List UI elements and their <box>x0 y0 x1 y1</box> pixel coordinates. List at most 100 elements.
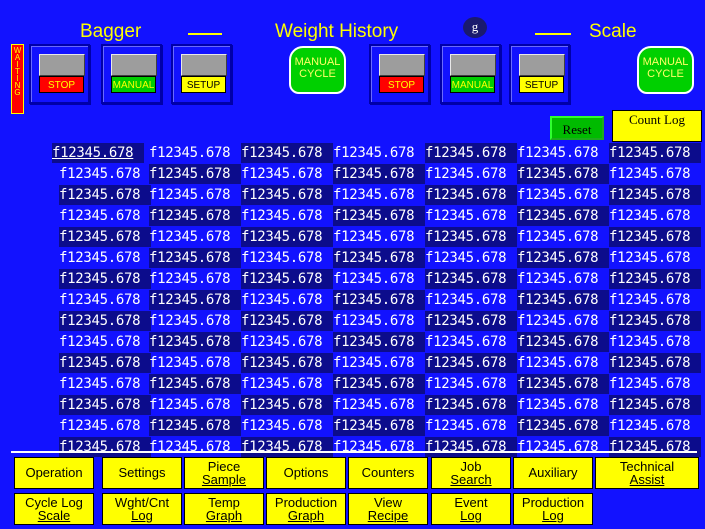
wght-cnt-log-button[interactable]: Wght/Cnt Log <box>102 493 182 525</box>
weight-cell[interactable]: f12345.678 <box>241 248 333 268</box>
weight-cell[interactable]: f12345.678 <box>333 248 425 268</box>
right-manual-button[interactable]: MANUAL <box>450 76 495 93</box>
weight-cell[interactable]: f12345.678 <box>59 311 151 331</box>
weight-cell[interactable]: f12345.678 <box>333 332 425 352</box>
weight-cell[interactable]: f12345.678 <box>149 269 241 289</box>
view-recipe-button[interactable]: View Recipe <box>348 493 428 525</box>
event-log-button[interactable]: Event Log <box>431 493 511 525</box>
right-manual-cycle-button[interactable]: MANUAL CYCLE <box>637 46 694 94</box>
left-setup-panel[interactable]: SETUP <box>171 44 232 104</box>
weight-cell[interactable]: f12345.678 <box>609 206 701 226</box>
weight-cell[interactable]: f12345.678 <box>59 269 151 289</box>
weight-cell[interactable]: f12345.678 <box>517 206 609 226</box>
weight-cell[interactable]: f12345.678 <box>517 437 609 457</box>
weight-cell[interactable]: f12345.678 <box>517 290 609 310</box>
job-search-button[interactable]: Job Search <box>431 457 511 489</box>
weight-cell[interactable]: f12345.678 <box>517 311 609 331</box>
weight-cell[interactable]: f12345.678 <box>59 332 151 352</box>
weight-cell[interactable]: f12345.678 <box>609 185 701 205</box>
weight-cell[interactable]: f12345.678 <box>609 269 701 289</box>
weight-cell[interactable]: f12345.678 <box>241 374 333 394</box>
right-stop-panel[interactable]: STOP <box>369 44 430 104</box>
weight-cell[interactable]: f12345.678 <box>59 248 151 268</box>
weight-cell[interactable]: f12345.678 <box>59 227 151 247</box>
weight-cell[interactable]: f12345.678 <box>333 227 425 247</box>
weight-cell[interactable]: f12345.678 <box>333 164 425 184</box>
weight-cell[interactable]: f12345.678 <box>517 269 609 289</box>
weight-cell[interactable]: f12345.678 <box>241 143 333 163</box>
weight-cell[interactable]: f12345.678 <box>149 290 241 310</box>
weight-cell[interactable]: f12345.678 <box>241 416 333 436</box>
right-manual-panel[interactable]: MANUAL <box>440 44 501 104</box>
weight-cell[interactable]: f12345.678 <box>425 311 517 331</box>
weight-cell[interactable]: f12345.678 <box>149 248 241 268</box>
weight-cell[interactable]: f12345.678 <box>333 143 425 163</box>
weight-cell[interactable]: f12345.678 <box>241 164 333 184</box>
weight-cell[interactable]: f12345.678 <box>425 395 517 415</box>
weight-cell[interactable]: f12345.678 <box>241 206 333 226</box>
weight-cell[interactable]: f12345.678 <box>333 353 425 373</box>
weight-cell[interactable]: f12345.678 <box>517 248 609 268</box>
weight-cell[interactable]: f12345.678 <box>149 395 241 415</box>
weight-cell[interactable]: f12345.678 <box>59 437 151 457</box>
weight-cell[interactable]: f12345.678 <box>59 395 151 415</box>
weight-cell[interactable]: f12345.678 <box>333 311 425 331</box>
weight-cell[interactable]: f12345.678 <box>425 269 517 289</box>
weight-cell[interactable]: f12345.678 <box>149 227 241 247</box>
weight-cell[interactable]: f12345.678 <box>241 332 333 352</box>
weight-cell[interactable]: f12345.678 <box>517 143 609 163</box>
left-setup-button[interactable]: SETUP <box>181 76 226 93</box>
weight-cell[interactable]: f12345.678 <box>149 164 241 184</box>
weight-cell[interactable]: f12345.678 <box>425 164 517 184</box>
left-manual-panel[interactable]: MANUAL <box>101 44 162 104</box>
weight-cell[interactable]: f12345.678 <box>333 437 425 457</box>
weight-cell[interactable]: f12345.678 <box>425 332 517 352</box>
weight-cell[interactable]: f12345.678 <box>149 143 241 163</box>
weight-cell[interactable]: f12345.678 <box>149 332 241 352</box>
production-log-button[interactable]: Production Log <box>513 493 593 525</box>
weight-cell[interactable]: f12345.678 <box>609 437 701 457</box>
weight-cell[interactable]: f12345.678 <box>333 185 425 205</box>
weight-cell[interactable]: f12345.678 <box>425 248 517 268</box>
weight-cell[interactable]: f12345.678 <box>425 143 517 163</box>
count-log-button[interactable]: Count Log <box>612 110 702 142</box>
weight-cell[interactable]: f12345.678 <box>59 374 151 394</box>
weight-cell[interactable]: f12345.678 <box>517 185 609 205</box>
weight-cell[interactable]: f12345.678 <box>333 290 425 310</box>
weight-cell[interactable]: f12345.678 <box>149 206 241 226</box>
settings-button[interactable]: Settings <box>102 457 182 489</box>
left-stop-panel[interactable]: STOP <box>29 44 90 104</box>
weight-cell[interactable]: f12345.678 <box>149 374 241 394</box>
weight-cell[interactable]: f12345.678 <box>609 290 701 310</box>
cycle-log-scale-button[interactable]: Cycle Log Scale <box>14 493 94 525</box>
weight-cell[interactable]: f12345.678 <box>517 395 609 415</box>
weight-cell[interactable]: f12345.678 <box>149 416 241 436</box>
weight-cell[interactable]: f12345.678 <box>59 164 151 184</box>
weight-cell[interactable]: f12345.678 <box>333 374 425 394</box>
weight-cell[interactable]: f12345.678 <box>59 290 151 310</box>
auxiliary-button[interactable]: Auxiliary <box>513 457 593 489</box>
weight-cell[interactable]: f12345.678 <box>609 332 701 352</box>
weight-cell[interactable]: f12345.678 <box>241 353 333 373</box>
weight-cell[interactable]: f12345.678 <box>241 185 333 205</box>
weight-cell[interactable]: f12345.678 <box>425 290 517 310</box>
production-graph-button[interactable]: Production Graph <box>266 493 346 525</box>
weight-cell[interactable]: f12345.678 <box>149 353 241 373</box>
right-setup-panel[interactable]: SETUP <box>509 44 570 104</box>
technical-assist-button[interactable]: Technical Assist <box>595 457 699 489</box>
weight-cell[interactable]: f12345.678 <box>333 206 425 226</box>
weight-cell[interactable]: f12345.678 <box>425 437 517 457</box>
weight-cell[interactable]: f12345.678 <box>425 185 517 205</box>
weight-cell[interactable]: f12345.678 <box>241 437 333 457</box>
weight-cell[interactable]: f12345.678 <box>333 395 425 415</box>
weight-cell[interactable]: f12345.678 <box>609 395 701 415</box>
weight-cell[interactable]: f12345.678 <box>241 395 333 415</box>
weight-cell[interactable]: f12345.678 <box>425 374 517 394</box>
weight-cell[interactable]: f12345.678 <box>425 353 517 373</box>
weight-cell[interactable]: f12345.678 <box>609 248 701 268</box>
weight-cell[interactable]: f12345.678 <box>517 374 609 394</box>
weight-cell[interactable]: f12345.678 <box>517 353 609 373</box>
weight-cell[interactable]: f12345.678 <box>517 416 609 436</box>
weight-cell[interactable]: f12345.678 <box>609 416 701 436</box>
weight-cell[interactable]: f12345.678 <box>609 353 701 373</box>
